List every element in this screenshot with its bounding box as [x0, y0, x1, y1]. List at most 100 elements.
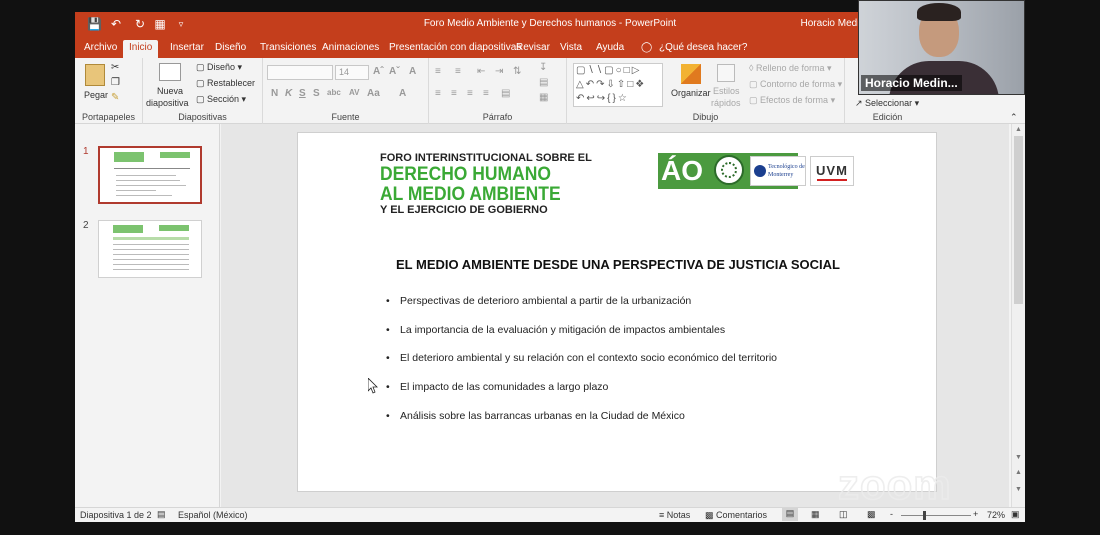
tab-presentacion[interactable]: Presentación con diapositivas: [383, 40, 527, 58]
zoom-slider-thumb[interactable]: [923, 511, 926, 520]
notes-button[interactable]: ≡ Notas: [659, 510, 690, 520]
bullet-item[interactable]: • Perspectivas de deterioro ambiental a p…: [386, 295, 691, 307]
underline-icon[interactable]: S: [299, 88, 306, 99]
numbering-icon[interactable]: ≡: [455, 66, 461, 77]
status-bar: Diapositiva 1 de 2 ▤ Español (México) ≡ …: [75, 507, 1025, 522]
font-size-combo[interactable]: 14: [335, 65, 369, 80]
zoom-slider[interactable]: [901, 515, 971, 516]
logo-line: Y EL EJERCICIO DE GOBIERNO: [380, 204, 548, 216]
thumb-logo: [159, 225, 189, 231]
tab-diseno[interactable]: Diseño: [209, 40, 252, 58]
new-slide-icon[interactable]: [159, 63, 181, 81]
tab-insertar[interactable]: Insertar: [164, 40, 210, 58]
font-family-combo[interactable]: [267, 65, 333, 80]
shadow-icon[interactable]: S: [313, 88, 320, 99]
normal-view-icon[interactable]: ▤: [782, 508, 798, 521]
align-center-icon[interactable]: ≡: [451, 88, 457, 99]
tab-inicio[interactable]: Inicio: [123, 40, 159, 58]
increase-indent-icon[interactable]: ⇥: [495, 66, 503, 77]
font-color-icon[interactable]: A: [399, 88, 406, 99]
slide-thumbnail-1[interactable]: [98, 146, 202, 204]
select-button[interactable]: ↗ Seleccionar ▾: [855, 98, 919, 109]
justify-icon[interactable]: ≡: [483, 88, 489, 99]
slideshow-view-icon[interactable]: ▩: [867, 509, 876, 520]
grow-font-icon[interactable]: Aˆ: [373, 66, 384, 77]
slide-editing-area[interactable]: FORO INTERINSTITUCIONAL SOBRE EL DERECHO…: [221, 124, 1009, 507]
group-fuente: 14 Aˆ Aˇ A N K S S abc AV Aa A Fuente: [263, 58, 429, 124]
cut-icon[interactable]: ✂: [111, 62, 119, 73]
scroll-thumb[interactable]: [1014, 136, 1023, 304]
paste-button[interactable]: Pegar: [84, 90, 108, 100]
arrange-icon[interactable]: [681, 64, 701, 84]
shape-effects-button[interactable]: ▢ Efectos de forma ▾: [749, 95, 835, 106]
tell-me-search[interactable]: ¿Qué desea hacer?: [653, 40, 753, 58]
next-slide-icon[interactable]: ▼: [1015, 486, 1022, 493]
reading-view-icon[interactable]: ◫: [839, 509, 848, 520]
italic-icon[interactable]: K: [285, 88, 292, 99]
tab-vista[interactable]: Vista: [554, 40, 588, 58]
tab-transiciones[interactable]: Transiciones: [254, 40, 322, 58]
bullets-icon[interactable]: ≡: [435, 66, 441, 77]
tab-archivo[interactable]: Archivo: [78, 40, 123, 58]
shrink-font-icon[interactable]: Aˇ: [389, 66, 400, 77]
sorter-view-icon[interactable]: ▦: [811, 509, 820, 520]
text-direction-icon[interactable]: ↧: [539, 62, 547, 73]
scroll-up-icon[interactable]: ▲: [1015, 126, 1022, 133]
bullet-item[interactable]: • El impacto de las comunidades a largo p…: [386, 381, 608, 393]
new-slide-button[interactable]: Nueva: [157, 86, 183, 96]
user-name[interactable]: Horacio Medin: [801, 18, 865, 29]
change-case-icon[interactable]: Aa: [367, 88, 380, 99]
spelling-icon[interactable]: ▤: [157, 509, 166, 520]
quick-styles-button[interactable]: Estilos: [713, 86, 740, 96]
slide-title[interactable]: EL MEDIO AMBIENTE DESDE UNA PERSPECTIVA …: [298, 257, 938, 272]
strikethrough-icon[interactable]: abc: [327, 88, 341, 97]
smartart-icon[interactable]: ▦: [539, 92, 548, 103]
tab-revisar[interactable]: Revisar: [510, 40, 556, 58]
zoom-level[interactable]: 72%: [987, 510, 1005, 520]
align-right-icon[interactable]: ≡: [467, 88, 473, 99]
bold-icon[interactable]: N: [271, 88, 278, 99]
tab-ayuda[interactable]: Ayuda: [590, 40, 630, 58]
shapes-gallery[interactable]: ▢∖∖▢○□▷ △↶↷⇩⇧□❖ ↶↩↪{}☆: [573, 63, 663, 107]
paste-icon[interactable]: [85, 64, 105, 86]
comments-button[interactable]: ▩ Comentarios: [705, 510, 767, 521]
shape-outline-button[interactable]: ▢ Contorno de forma ▾: [749, 79, 842, 90]
columns-icon[interactable]: ▤: [501, 88, 510, 99]
thumb-logo: [113, 225, 143, 233]
reset-label: Restablecer: [207, 78, 256, 88]
decrease-indent-icon[interactable]: ⇤: [477, 66, 485, 77]
scroll-down-icon[interactable]: ▼: [1015, 454, 1022, 461]
line-spacing-icon[interactable]: ⇅: [513, 66, 521, 77]
quick-styles-icon[interactable]: [717, 64, 735, 82]
clear-format-icon[interactable]: A: [409, 66, 416, 77]
fit-slide-icon[interactable]: ▣: [1011, 509, 1020, 520]
new-slide-label[interactable]: diapositiva: [146, 98, 189, 108]
tab-animaciones[interactable]: Animaciones: [316, 40, 385, 58]
language-status[interactable]: Español (México): [178, 510, 248, 520]
slide-thumbnail-2[interactable]: [98, 220, 202, 278]
arrange-button[interactable]: Organizar: [671, 88, 711, 98]
participant-name: Horacio Medin...: [861, 75, 962, 91]
layout-button[interactable]: ▢ Diseño ▾: [196, 62, 242, 73]
previous-slide-icon[interactable]: ▲: [1015, 469, 1022, 476]
align-text-icon[interactable]: ▤: [539, 77, 548, 88]
shape-effects-label: Efectos de forma: [760, 95, 829, 105]
bullet-item[interactable]: • Análisis sobre las barrancas urbanas en…: [386, 410, 685, 422]
shapes-row-icon: △↶↷⇩⇧□❖: [576, 79, 647, 90]
copy-icon[interactable]: ❐: [111, 77, 120, 88]
group-portapapeles: Pegar ✂ ❐ ✎ Portapapeles: [75, 58, 143, 124]
section-button[interactable]: ▢ Sección ▾: [196, 94, 246, 105]
shape-fill-button[interactable]: ◊ Relleno de forma ▾: [749, 63, 832, 74]
zoom-out-button[interactable]: -: [890, 509, 893, 519]
thumb-line: [114, 168, 190, 169]
collapse-ribbon-icon[interactable]: ⌃: [1010, 112, 1018, 123]
align-left-icon[interactable]: ≡: [435, 88, 441, 99]
vertical-scrollbar[interactable]: ▲ ▼ ▲ ▼: [1011, 124, 1025, 507]
bullet-item[interactable]: • La importancia de la evaluación y mitig…: [386, 324, 725, 336]
zoom-in-button[interactable]: +: [973, 509, 978, 519]
slide[interactable]: FORO INTERINSTITUCIONAL SOBRE EL DERECHO…: [297, 132, 937, 492]
bullet-item[interactable]: • El deterioro ambiental y su relación co…: [386, 352, 777, 364]
reset-button[interactable]: ▢ Restablecer: [196, 78, 255, 89]
spacing-icon[interactable]: AV: [349, 88, 360, 97]
format-painter-icon[interactable]: ✎: [111, 92, 119, 103]
